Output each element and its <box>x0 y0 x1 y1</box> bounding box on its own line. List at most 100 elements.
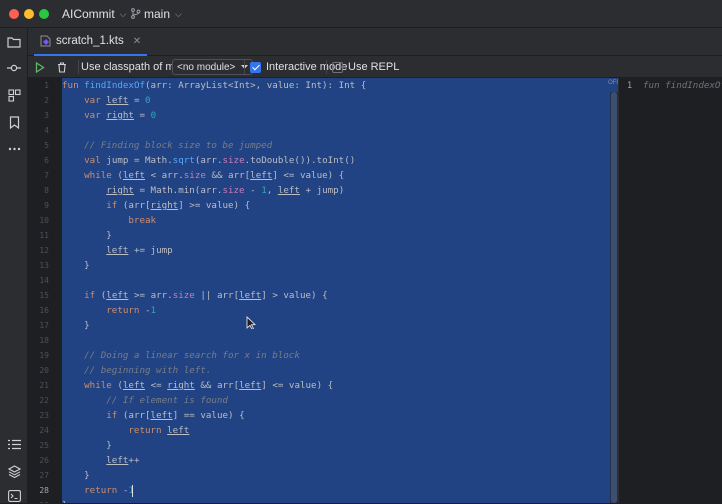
line-number: 14 <box>39 276 49 285</box>
code-editor[interactable]: 1 2 3 4 5 6 7 8 9 10 11 12 13 14 15 16 17 18 19 20 21 22 23 24 2… <box>28 78 618 503</box>
code-line: } <box>62 440 112 451</box>
checkbox-unchecked[interactable] <box>332 61 343 73</box>
code-line: fun findIndexOf(arr: ArrayList<Int>, val… <box>62 80 367 91</box>
code-line: return -1 <box>106 305 157 316</box>
more-icon[interactable] <box>6 141 22 157</box>
commit-icon[interactable] <box>6 60 22 76</box>
toolbar-divider <box>78 60 79 74</box>
folder-icon[interactable] <box>6 34 22 50</box>
line-number: 6 <box>44 156 49 165</box>
close-window-button[interactable] <box>9 9 19 19</box>
code-line: var left = 0 <box>84 95 151 106</box>
line-number: 22 <box>39 396 49 405</box>
code-line: while (left < arr.size && arr[left] <= v… <box>84 170 345 181</box>
code-line: break <box>128 215 157 226</box>
code-line: right = Math.min(arr.size - 1, left + ju… <box>106 185 345 196</box>
line-number: 27 <box>39 471 49 480</box>
line-number: 8 <box>44 186 49 195</box>
todo-list-icon[interactable] <box>6 436 22 452</box>
mouse-cursor-icon <box>246 316 257 329</box>
code-line: return -1 <box>84 485 134 496</box>
line-number: 15 <box>39 291 49 300</box>
code-line: if (arr[right] >= value) { <box>106 200 251 211</box>
code-line: } <box>62 320 90 331</box>
line-number: 19 <box>39 351 49 360</box>
toolbar-divider <box>244 60 245 74</box>
code-line: } <box>62 230 112 241</box>
title-bar: AICommit ⌵ main ⌵ <box>0 0 722 28</box>
bookmark-icon[interactable] <box>6 114 22 130</box>
editor-scrollbar[interactable] <box>610 92 618 503</box>
terminal-icon[interactable] <box>6 488 22 504</box>
line-number: 5 <box>44 141 49 150</box>
output-line-number: 1 <box>627 81 633 91</box>
code-line: var right = 0 <box>84 110 157 121</box>
line-number: 4 <box>44 126 49 135</box>
close-tab-icon[interactable]: ✕ <box>133 36 141 47</box>
line-number: 11 <box>39 231 49 240</box>
line-number: 23 <box>39 411 49 420</box>
code-line: return left <box>128 425 190 436</box>
line-number: 24 <box>39 426 49 435</box>
trash-icon <box>58 61 66 73</box>
use-repl-checkbox[interactable]: Use REPL <box>332 59 399 75</box>
line-number: 9 <box>44 201 49 210</box>
code-line: } <box>62 470 90 481</box>
code-line: // If element is found <box>62 395 228 406</box>
chevron-down-icon: ⌵ <box>175 9 182 19</box>
tool-window-bar <box>0 28 28 503</box>
code-line: left += jump <box>106 245 173 256</box>
checkbox-checked[interactable] <box>250 61 261 73</box>
scroll-thumb[interactable] <box>611 92 617 503</box>
code-line: } <box>62 260 90 271</box>
toolbar-divider <box>326 60 327 74</box>
output-preview: fun findIndexOf <box>643 80 722 91</box>
project-selector[interactable]: AICommit ⌵ <box>62 7 127 21</box>
scratch-output-panel: 1 fun findIndexOf <box>618 78 722 503</box>
line-number: 2 <box>44 96 49 105</box>
project-name: AICommit <box>62 7 115 21</box>
run-button[interactable] <box>35 59 45 75</box>
code-line: // Doing a linear search for x in block <box>62 350 300 361</box>
chevron-down-icon: ⌵ <box>119 9 127 19</box>
line-number: 28 <box>39 486 49 495</box>
line-number: 7 <box>44 171 49 180</box>
line-number: 17 <box>39 321 49 330</box>
editor-tabs: scratch_1.kts ✕ <box>28 28 722 56</box>
text-caret <box>132 485 133 497</box>
branch-selector[interactable]: main ⌵ <box>130 7 182 21</box>
line-number-gutter: 1 2 3 4 5 6 7 8 9 10 11 12 13 14 15 16 17 18 19 20 21 22 23 24 2… <box>28 78 62 503</box>
git-branch-icon <box>131 8 141 19</box>
code-line: while (left <= right && arr[left] <= val… <box>84 380 334 391</box>
line-number: 13 <box>39 261 49 270</box>
code-line: val jump = Math.sqrt(arr.size.toDouble()… <box>84 155 356 166</box>
code-line: // beginning with left. <box>62 365 212 376</box>
code-line: } <box>62 498 68 503</box>
structure-icon[interactable] <box>6 87 22 103</box>
line-number: 16 <box>39 306 49 315</box>
use-repl-label: Use REPL <box>348 61 400 73</box>
line-number: 12 <box>39 246 49 255</box>
code-line: if (arr[left] == value) { <box>106 410 245 421</box>
tab-label: scratch_1.kts <box>56 35 124 47</box>
scratch-toolbar: Use classpath of module <no module> Inte… <box>28 56 722 78</box>
line-number: 26 <box>39 456 49 465</box>
code-line: // Finding block size to be jumped <box>62 140 273 151</box>
line-number: 1 <box>44 81 49 90</box>
line-number: 10 <box>39 216 49 225</box>
clear-button[interactable] <box>57 59 67 75</box>
line-number: 18 <box>39 336 49 345</box>
code-line: if (left >= arr.size || arr[left] > valu… <box>84 290 328 301</box>
maximize-window-button[interactable] <box>39 9 49 19</box>
minimize-window-button[interactable] <box>24 9 34 19</box>
kotlin-script-icon <box>40 35 51 47</box>
line-number: 25 <box>39 441 49 450</box>
tab-scratch-file[interactable]: scratch_1.kts ✕ <box>34 28 148 56</box>
line-number: 3 <box>44 111 49 120</box>
line-number: 20 <box>39 366 49 375</box>
line-number: 21 <box>39 381 49 390</box>
branch-name: main <box>144 7 171 21</box>
layers-icon[interactable] <box>6 463 22 479</box>
module-select[interactable]: <no module> <box>172 59 254 75</box>
code-line: left++ <box>106 455 140 466</box>
